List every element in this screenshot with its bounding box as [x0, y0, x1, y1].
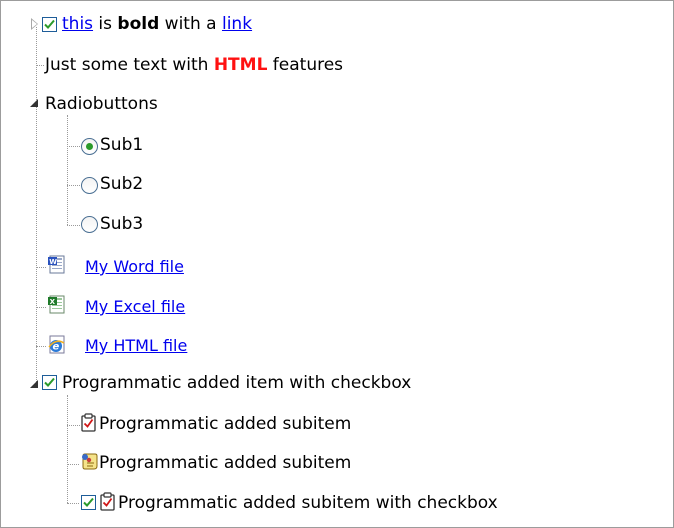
- node-label: My Word file: [85, 257, 184, 277]
- tree-connector: [67, 115, 68, 225]
- checkmark-icon: [83, 497, 94, 507]
- tree-connector: [67, 464, 79, 465]
- node-label: Radiobuttons: [45, 94, 158, 114]
- node-label: Programmatic added item with checkbox: [62, 373, 412, 393]
- scroll-script-icon: [80, 452, 98, 477]
- file-link-word[interactable]: My Word file: [85, 257, 184, 276]
- node-checkbox[interactable]: [81, 495, 96, 510]
- node-label: Programmatic added subitem with checkbox: [118, 493, 498, 513]
- node-label: this is bold with a link: [62, 14, 252, 34]
- word-document-icon: W: [47, 255, 67, 280]
- collapse-toggle[interactable]: [30, 99, 38, 107]
- node-label: My Excel file: [85, 297, 185, 317]
- node-label: Programmatic added subitem: [99, 414, 352, 434]
- tree-connector: [67, 185, 80, 186]
- tree-view[interactable]: this is bold with a link Just some text …: [0, 0, 674, 528]
- tree-connector: [36, 27, 37, 382]
- node-label: Programmatic added subitem: [99, 453, 352, 473]
- checkmark-icon: [44, 377, 55, 387]
- clipboard-check-icon: [80, 413, 98, 438]
- checkmark-icon: [44, 19, 55, 29]
- file-link-excel[interactable]: My Excel file: [85, 297, 185, 316]
- file-link-html[interactable]: My HTML file: [85, 336, 187, 355]
- radio-button-sub2[interactable]: [81, 177, 98, 194]
- tree-connector: [67, 225, 80, 226]
- node-label: Sub1: [100, 135, 144, 155]
- inline-text: Just some text with: [45, 55, 214, 75]
- node-checkbox[interactable]: [42, 17, 57, 32]
- node-label: Sub3: [100, 214, 144, 234]
- radio-button-sub1[interactable]: [81, 138, 98, 155]
- excel-document-icon: X: [47, 295, 67, 320]
- tree-connector: [67, 425, 80, 426]
- inline-html-highlight: HTML: [213, 55, 268, 75]
- tree-connector: [36, 267, 46, 268]
- radio-selected-dot: [86, 143, 93, 150]
- collapse-toggle[interactable]: [30, 380, 38, 388]
- node-label: My HTML file: [85, 336, 187, 356]
- inline-bold-text: bold: [117, 14, 160, 34]
- tree-connector: [36, 346, 46, 347]
- node-checkbox[interactable]: [42, 375, 57, 390]
- inline-text: with a: [159, 14, 222, 34]
- clipboard-check-icon: [99, 492, 117, 517]
- html-document-icon: e: [47, 335, 67, 360]
- tree-connector: [67, 395, 68, 503]
- expand-toggle[interactable]: [31, 18, 38, 30]
- inline-text: is: [93, 14, 118, 34]
- inline-link[interactable]: link: [222, 14, 252, 34]
- inline-text: features: [267, 55, 344, 75]
- svg-text:W: W: [49, 258, 57, 266]
- node-label: Sub2: [100, 174, 144, 194]
- inline-link-this[interactable]: this: [62, 14, 93, 34]
- tree-connector: [36, 307, 46, 308]
- svg-text:X: X: [50, 298, 56, 306]
- node-label: Just some text with HTML features: [45, 55, 343, 75]
- tree-connector: [67, 146, 80, 147]
- tree-connector: [67, 503, 79, 504]
- radio-button-sub3[interactable]: [81, 216, 98, 233]
- tree-connector: [36, 65, 44, 66]
